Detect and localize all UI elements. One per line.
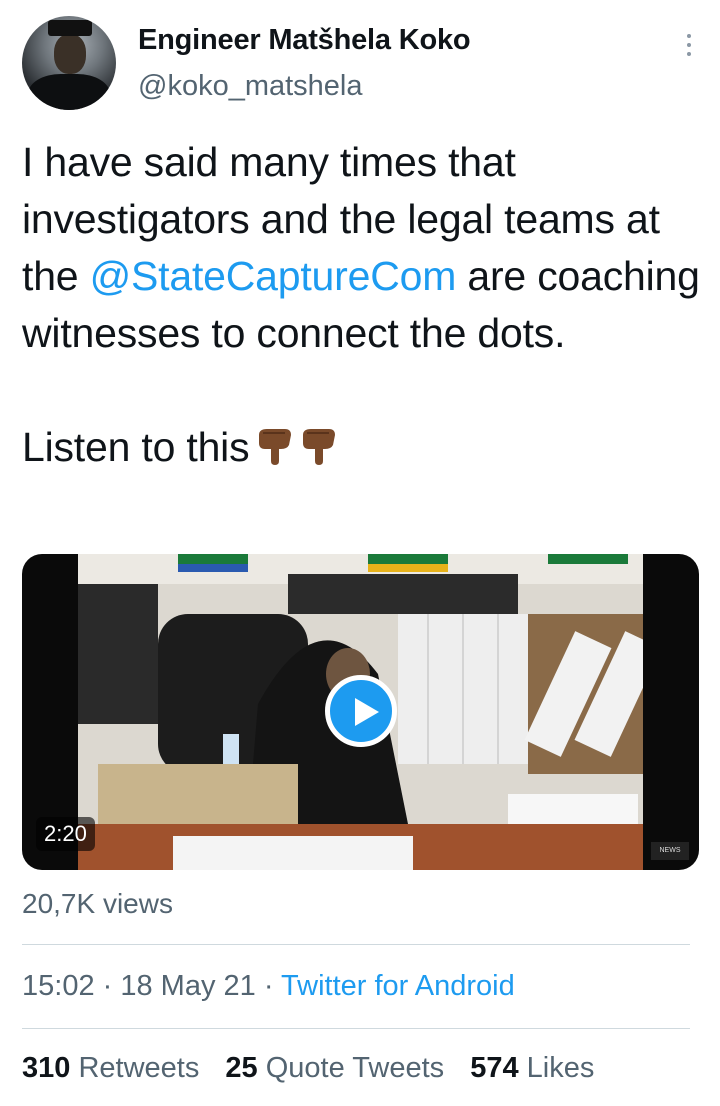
more-options-icon[interactable] xyxy=(684,34,694,64)
meta-separator: · xyxy=(255,970,282,1002)
divider xyxy=(22,1028,690,1029)
tweet-time[interactable]: 15:02 xyxy=(22,970,95,1002)
divider xyxy=(22,944,690,945)
tweet-meta: 15:02 · 18 May 21 · Twitter for Android xyxy=(22,970,515,1003)
channel-logo-icon: NEWS xyxy=(651,842,689,860)
video-player[interactable]: 2:20 NEWS xyxy=(22,554,699,870)
author-handle[interactable]: @koko_matshela xyxy=(138,70,363,103)
view-count: 20,7K views xyxy=(22,888,173,919)
quotes-count: 25 xyxy=(225,1052,258,1084)
retweets-label: Retweets xyxy=(78,1052,200,1084)
likes-stat[interactable]: 574 Likes xyxy=(470,1052,594,1084)
meta-separator: · xyxy=(94,970,121,1002)
retweets-count: 310 xyxy=(22,1052,71,1084)
tweet-header: Engineer Matšhela Koko @koko_matshela xyxy=(22,14,702,114)
author-name[interactable]: Engineer Matšhela Koko xyxy=(138,24,471,57)
engagement-stats: 310 Retweets 25 Quote Tweets 574 Likes xyxy=(22,1052,612,1085)
quote-tweets-stat[interactable]: 25 Quote Tweets xyxy=(225,1052,444,1084)
tweet-text: I have said many times that investigator… xyxy=(22,134,712,476)
video-duration: 2:20 xyxy=(36,817,95,851)
play-icon[interactable] xyxy=(325,675,397,747)
retweets-stat[interactable]: 310 Retweets xyxy=(22,1052,199,1084)
likes-count: 574 xyxy=(470,1052,519,1084)
backhand-index-pointing-down-icon xyxy=(259,429,292,465)
tweet-source-link[interactable]: Twitter for Android xyxy=(281,970,515,1002)
likes-label: Likes xyxy=(526,1052,595,1084)
quotes-label: Quote Tweets xyxy=(265,1052,445,1084)
avatar[interactable] xyxy=(22,16,116,110)
backhand-index-pointing-down-icon xyxy=(303,429,336,465)
tweet-second-line: Listen to this xyxy=(22,424,250,470)
mention-link[interactable]: @StateCaptureCom xyxy=(90,253,457,299)
tweet-date[interactable]: 18 May 21 xyxy=(120,970,255,1002)
